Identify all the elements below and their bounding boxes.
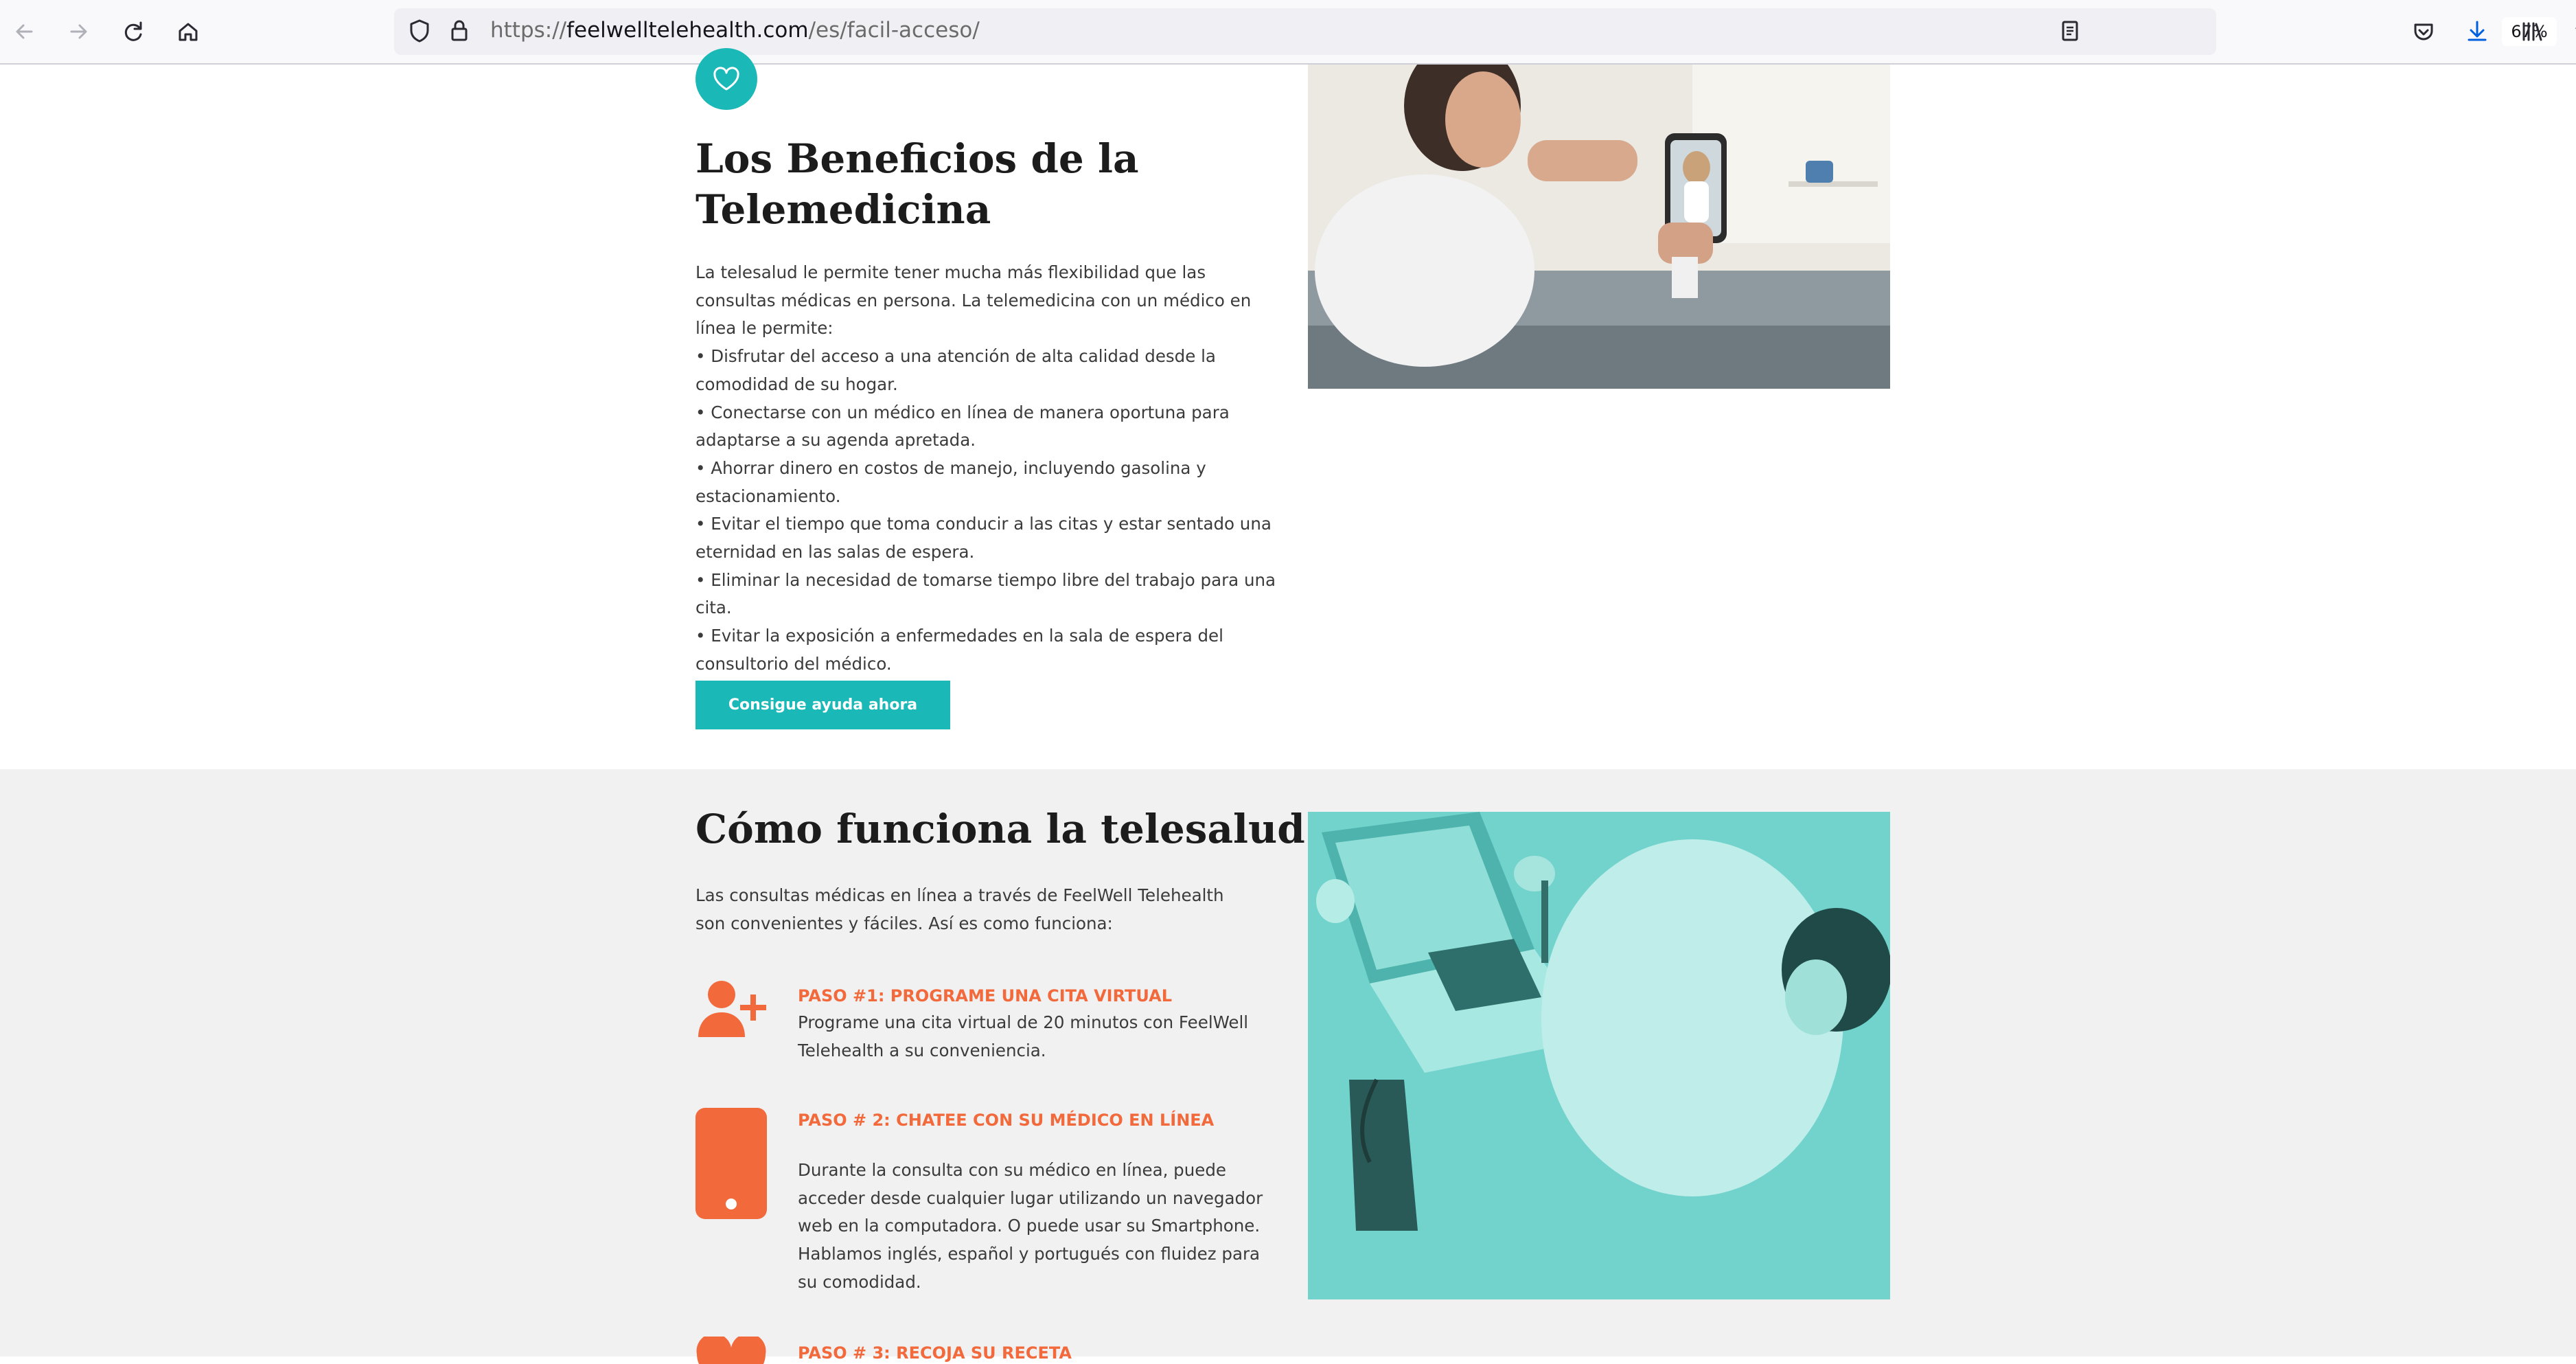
step-3-title: PASO # 3: RECOJA SU RECETA — [798, 1343, 1072, 1363]
how-it-works-title: Cómo funciona la telesalud — [695, 806, 1305, 852]
forward-arrow-icon[interactable] — [62, 15, 95, 48]
bookmark-star-icon[interactable] — [2571, 15, 2576, 47]
telemedicine-photo — [1308, 65, 1890, 389]
reload-icon[interactable] — [117, 15, 150, 48]
benefits-intro: La telesalud le permite tener mucha más … — [695, 262, 1252, 339]
get-help-button[interactable]: Consigue ayuda ahora — [695, 681, 950, 729]
benefit-bullet: • Conectarse con un médico en línea de m… — [695, 402, 1230, 451]
library-icon[interactable] — [2516, 15, 2549, 48]
url-text[interactable]: https://feelwelltelehealth.com/es/facil-… — [490, 18, 980, 43]
how-it-works-intro: Las consultas médicas en línea a través … — [695, 885, 1224, 933]
heart-icon — [695, 1337, 767, 1364]
step-2-desc: Durante la consulta con su médico en lín… — [798, 1160, 1263, 1292]
benefit-bullet: • Evitar el tiempo que toma conducir a l… — [695, 514, 1272, 562]
benefit-bullet: • Eliminar la necesidad de tomarse tiemp… — [695, 569, 1276, 618]
telehealth-laptop-photo — [1308, 812, 1890, 1299]
step-2-title: PASO # 2: CHATEE CON SU MÉDICO EN LÍNEA — [798, 1111, 1215, 1130]
url-path: /es/facil-acceso/ — [808, 18, 980, 43]
how-it-works-section — [0, 769, 2576, 1356]
smartphone-icon — [695, 1108, 767, 1219]
benefit-bullet: • Ahorrar dinero en costos de manejo, in… — [695, 457, 1206, 506]
lock-icon[interactable] — [444, 15, 475, 47]
shield-icon[interactable] — [404, 15, 435, 47]
benefit-bullet: • Disfrutar del acceso a una atención de… — [695, 346, 1216, 394]
url-bar[interactable]: https://feelwelltelehealth.com/es/facil-… — [394, 8, 2576, 55]
back-arrow-icon[interactable] — [8, 15, 41, 48]
home-icon[interactable] — [172, 15, 205, 48]
heart-badge-icon — [695, 48, 757, 110]
add-user-icon — [695, 978, 771, 1040]
downloads-icon[interactable] — [2461, 15, 2494, 48]
url-prefix: https:// — [490, 18, 567, 43]
step-1-title: PASO #1: PROGRAME UNA CITA VIRTUAL — [798, 986, 1173, 1005]
step-1-desc: Programe una cita virtual de 20 minutos … — [798, 1012, 1249, 1060]
url-host: feelwelltelehealth.com — [566, 18, 809, 43]
benefits-body: La telesalud le permite tener mucha más … — [695, 259, 1279, 679]
benefits-section — [0, 65, 2576, 769]
reader-view-icon[interactable] — [2054, 15, 2086, 47]
browser-toolbar: https://feelwelltelehealth.com/es/facil-… — [0, 0, 2576, 65]
pocket-icon[interactable] — [2407, 15, 2440, 48]
benefit-bullet: • Evitar la exposición a enfermedades en… — [695, 626, 1223, 674]
benefits-title: Los Beneficios de la Telemedicina — [695, 135, 1139, 233]
page-content: Los Beneficios de la Telemedicina La tel… — [0, 48, 2576, 1364]
